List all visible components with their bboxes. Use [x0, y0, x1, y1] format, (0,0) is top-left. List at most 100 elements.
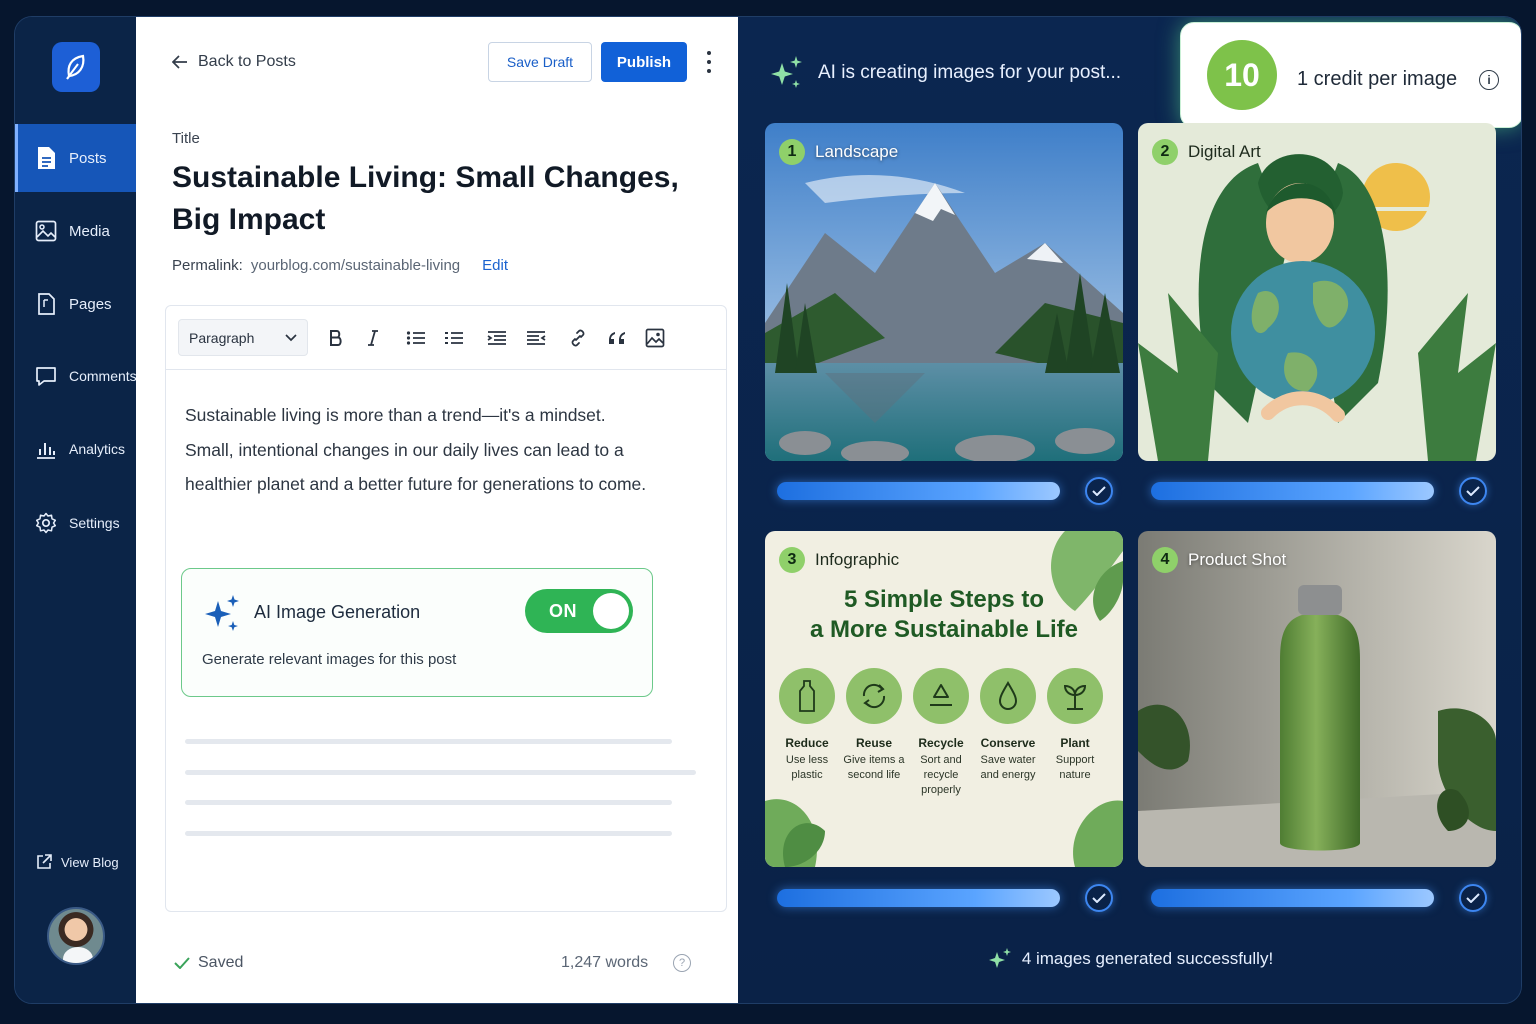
chevron-down-icon	[285, 333, 297, 341]
card-badge: 1 Landscape	[779, 139, 898, 165]
image-card-digital-art[interactable]: 2 Digital Art	[1138, 123, 1496, 461]
numbered-list-icon[interactable]	[442, 326, 466, 350]
sidebar-item-label: Settings	[69, 515, 120, 531]
water-drop-icon	[980, 668, 1036, 724]
credit-label: 1 credit per image	[1297, 68, 1458, 90]
sidebar-item-posts[interactable]: Posts	[15, 124, 136, 192]
check-icon	[174, 957, 190, 969]
infographic-step: Plant Support nature	[1042, 668, 1108, 783]
check-icon	[1085, 884, 1113, 912]
ai-image-generation-card: AI Image Generation ON Generate relevant…	[181, 568, 653, 697]
more-options-icon[interactable]	[704, 51, 714, 73]
align-right-icon[interactable]	[524, 326, 548, 350]
card-number: 2	[1152, 139, 1178, 165]
cycle-icon	[846, 668, 902, 724]
progress-bar-3	[777, 884, 1115, 912]
progress-fill	[1151, 889, 1434, 907]
word-count: 1,247 words	[561, 954, 649, 971]
image-generation-panel: AI is creating images for your post... 1…	[738, 17, 1521, 1003]
placeholder-line	[185, 739, 672, 744]
progress-bar-1	[777, 477, 1115, 505]
sidebar-item-media[interactable]: Media	[15, 197, 136, 265]
chart-icon	[37, 443, 55, 459]
card-label: Product Shot	[1188, 550, 1287, 569]
image-card-infographic[interactable]: 3 Infographic 5 Simple Steps to a More S…	[765, 531, 1123, 867]
generation-heading: AI is creating images for your post...	[770, 55, 1121, 91]
infographic-step: Conserve Save water and energy	[975, 668, 1041, 783]
help-icon[interactable]: ?	[673, 954, 691, 972]
sparkle-icon	[988, 948, 1011, 968]
avatar[interactable]	[47, 907, 105, 965]
card-number: 3	[779, 547, 805, 573]
ai-generation-toggle[interactable]: ON	[525, 589, 633, 633]
bulleted-list-icon[interactable]	[404, 326, 428, 350]
sidebar-item-pages[interactable]: Pages	[15, 270, 136, 338]
back-to-posts-link[interactable]: Back to Posts	[172, 53, 296, 71]
image-icon	[35, 220, 57, 242]
placeholder-line	[185, 831, 672, 836]
infographic-title-line2: a More Sustainable Life	[809, 616, 1079, 643]
sidebar-item-label: Comments	[69, 368, 137, 384]
success-message: 4 images generated successfully!	[738, 947, 1521, 971]
card-label: Infographic	[815, 550, 900, 569]
view-blog-link[interactable]: View Blog	[35, 853, 119, 871]
image-card-product-shot[interactable]: 4 Product Shot	[1138, 531, 1496, 867]
card-badge: 2 Digital Art	[1152, 139, 1261, 165]
card-label: Landscape	[815, 142, 899, 161]
app-logo[interactable]	[52, 42, 100, 92]
publish-button[interactable]: Publish	[601, 42, 687, 82]
arrow-left-icon	[172, 55, 187, 69]
placeholder-line	[185, 800, 672, 805]
card-badge: 3 Infographic	[779, 547, 899, 573]
landscape-image	[765, 123, 1123, 461]
infographic-title-line1: 5 Simple Steps to	[843, 586, 1045, 613]
progress-fill	[777, 889, 1060, 907]
post-body-text[interactable]: Sustainable living is more than a trend—…	[185, 398, 655, 502]
comment-icon	[36, 367, 56, 386]
progress-bar-4	[1151, 884, 1489, 912]
external-link-icon	[37, 854, 52, 869]
permalink-edit-link[interactable]: Edit	[482, 257, 508, 274]
formatting-toolbar: Paragraph	[166, 306, 726, 370]
quote-icon[interactable]	[605, 326, 629, 350]
product-shot-image	[1138, 531, 1496, 867]
infographic-step: Reuse Give items a second life	[841, 668, 907, 783]
plant-icon	[1047, 668, 1103, 724]
post-title-input[interactable]: Sustainable Living: Small Changes, Big I…	[172, 157, 692, 241]
align-left-icon[interactable]	[485, 326, 509, 350]
insert-image-icon[interactable]	[643, 326, 667, 350]
app-window: Posts Media Pages Comments Analytics Set…	[14, 16, 1522, 1004]
card-badge: 4 Product Shot	[1152, 547, 1286, 573]
sidebar-item-analytics[interactable]: Analytics	[15, 415, 136, 483]
leaf-icon	[66, 54, 85, 80]
permalink-url: yourblog.com/sustainable-living	[250, 257, 461, 274]
pages-icon	[38, 293, 55, 315]
info-icon[interactable]: i	[1479, 70, 1499, 90]
sidebar-item-settings[interactable]: Settings	[15, 489, 136, 557]
recycle-icon	[913, 668, 969, 724]
bold-icon[interactable]	[324, 326, 348, 350]
content-editor: Paragraph Sustainable living is more tha…	[165, 305, 727, 912]
card-number: 4	[1152, 547, 1178, 573]
sidebar-item-label: Posts	[69, 149, 107, 167]
toggle-state-label: ON	[549, 601, 577, 621]
image-card-landscape[interactable]: 1 Landscape	[765, 123, 1123, 461]
bottle-icon	[779, 668, 835, 724]
block-format-select[interactable]: Paragraph	[178, 319, 308, 356]
progress-bar-2	[1151, 477, 1489, 505]
ai-generation-title: AI Image Generation	[254, 602, 421, 622]
sparkle-icon	[771, 56, 802, 88]
sparkle-icon	[205, 595, 239, 631]
save-draft-button[interactable]: Save Draft	[488, 42, 592, 82]
digital-art-image	[1138, 123, 1496, 461]
link-icon[interactable]	[566, 326, 590, 350]
save-status: Saved	[174, 954, 243, 972]
title-label: Title	[172, 130, 200, 147]
infographic-step: Reduce Use less plastic	[774, 668, 840, 783]
sidebar-item-label: Analytics	[69, 441, 126, 457]
italic-icon[interactable]	[361, 326, 385, 350]
progress-fill	[777, 482, 1060, 500]
placeholder-line	[185, 770, 696, 775]
sidebar-item-label: Pages	[69, 295, 112, 313]
sidebar-item-comments[interactable]: Comments	[15, 342, 137, 410]
